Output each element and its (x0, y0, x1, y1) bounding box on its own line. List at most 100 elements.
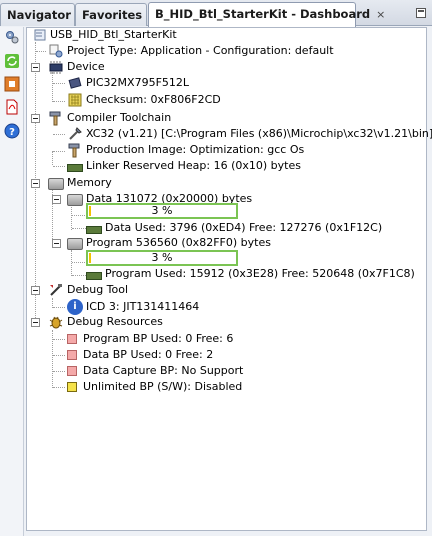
ram-icon (86, 226, 102, 234)
memory-label: Memory (67, 176, 112, 189)
debug-resources-toggle[interactable] (31, 318, 40, 327)
svg-text:?: ? (9, 127, 15, 138)
checksum-item[interactable]: Checksum: 0xF806F2CD (67, 92, 221, 108)
tree-line (72, 262, 85, 263)
compiler-label: Compiler Toolchain (67, 111, 172, 124)
root-label: USB_HID_Btl_StarterKit (50, 28, 177, 41)
production-image-item[interactable]: Production Image: Optimization: gcc Os (67, 142, 304, 158)
linker-heap-item[interactable]: Linker Reserved Heap: 16 (0x10) bytes (67, 158, 301, 174)
refresh-icon[interactable] (4, 53, 20, 69)
breakpoint-icon (67, 334, 77, 344)
data-breakpoint-icon (67, 350, 77, 360)
chip-icon (48, 59, 64, 75)
tree-line (52, 72, 53, 102)
data-usage-bar: 3 % (86, 203, 238, 219)
tree-line (53, 151, 65, 152)
program-used-item[interactable]: Program Used: 15912 (0x3E28) Free: 52064… (86, 266, 415, 282)
compiler-node[interactable]: Compiler Toolchain (48, 110, 171, 126)
tab-favorites-label: Favorites (82, 8, 143, 22)
data-capture-bp-label: Data Capture BP: No Support (83, 364, 244, 377)
compiler-tool-icon (67, 126, 83, 142)
project-type-label: Project Type: Application - Configuratio… (67, 44, 334, 57)
tree-line (53, 83, 65, 84)
microcontroller-icon (67, 75, 83, 91)
checksum-label: Checksum: 0xF806F2CD (86, 93, 221, 106)
project-type-item[interactable]: Project Type: Application - Configuratio… (48, 43, 334, 59)
tab-close-icon[interactable]: × (376, 8, 385, 21)
production-image-label: Production Image: Optimization: gcc Os (86, 143, 305, 156)
minimize-window-button[interactable] (416, 8, 426, 18)
tab-navigator[interactable]: Navigator (0, 3, 75, 26)
flash-icon (86, 272, 102, 280)
tree-line (36, 51, 46, 52)
checksum-icon (67, 92, 83, 108)
debug-tool-icon (48, 282, 64, 298)
tree-line (53, 134, 65, 135)
program-bp-item[interactable]: Program BP Used: 0 Free: 6 (67, 331, 233, 347)
tree-root[interactable]: USB_HID_Btl_StarterKit (31, 27, 177, 43)
pdf-icon[interactable] (4, 99, 20, 115)
scroll-gutter (427, 27, 432, 536)
tree-line (52, 151, 53, 165)
program-memory-label: Program 536560 (0x82FF0) bytes (86, 236, 271, 249)
program-used-label: Program Used: 15912 (0x3E28) Free: 52064… (105, 267, 415, 280)
xc32-label: XC32 (v1.21) [C:\Program Files (x86)\Mic… (86, 127, 432, 140)
program-usage-bar: 3 % (86, 250, 238, 266)
settings-icon[interactable] (4, 29, 20, 45)
memory-node[interactable]: Memory (48, 175, 112, 191)
bug-icon (48, 314, 64, 330)
tree-line (72, 215, 85, 216)
program-memory-node[interactable]: Program 536560 (0x82FF0) bytes (67, 235, 271, 251)
debug-tool-node[interactable]: Debug Tool (48, 282, 128, 298)
unlimited-bp-label: Unlimited BP (S/W): Disabled (83, 380, 243, 393)
tree-line (53, 355, 65, 356)
compiler-toggle[interactable] (31, 114, 40, 123)
tab-navigator-label: Navigator (7, 8, 71, 22)
data-used-label: Data Used: 3796 (0xED4) Free: 127276 (0x… (105, 221, 383, 234)
hammer-icon (48, 110, 64, 126)
debug-resources-label: Debug Resources (67, 315, 163, 328)
memory-toggle[interactable] (31, 179, 40, 188)
build-icon (67, 142, 83, 158)
tree-line (72, 275, 86, 276)
tab-bar: Navigator Favorites B_HID_Btl_StarterKit… (0, 0, 432, 27)
debug-tool-toggle[interactable] (31, 286, 40, 295)
tree-line (53, 371, 65, 372)
project-settings-icon (48, 43, 64, 59)
tree-line (53, 166, 65, 167)
help-icon[interactable]: ? (4, 123, 20, 139)
data-memory-toggle[interactable] (52, 195, 61, 204)
tree-line (53, 387, 65, 388)
data-usage-percent: 3 % (151, 204, 173, 217)
device-node[interactable]: Device (48, 59, 105, 75)
data-memory-icon (67, 194, 83, 206)
data-bp-label: Data BP Used: 0 Free: 2 (83, 348, 214, 361)
xc32-item[interactable]: XC32 (v1.21) [C:\Program Files (x86)\Mic… (67, 126, 432, 142)
memory-module-icon (67, 164, 83, 172)
tab-dashboard-label: B_HID_Btl_StarterKit - Dashboard (155, 7, 371, 21)
tab-favorites[interactable]: Favorites (75, 3, 147, 26)
tab-dashboard[interactable]: B_HID_Btl_StarterKit - Dashboard × (148, 2, 385, 27)
data-capture-icon (67, 366, 77, 376)
device-name-item[interactable]: PIC32MX795F512L (67, 75, 189, 91)
debug-tool-label: Debug Tool (67, 283, 129, 296)
debug-resources-node[interactable]: Debug Resources (48, 314, 163, 330)
unlimited-bp-item[interactable]: Unlimited BP (S/W): Disabled (67, 379, 242, 395)
tree-line (52, 185, 53, 243)
program-bp-label: Program BP Used: 0 Free: 6 (83, 332, 234, 345)
device-toggle[interactable] (31, 63, 40, 72)
device-name-label: PIC32MX795F512L (86, 76, 190, 89)
program-memory-toggle[interactable] (52, 239, 61, 248)
data-capture-bp-item[interactable]: Data Capture BP: No Support (67, 363, 243, 379)
tree-line (53, 101, 65, 102)
dashboard-toolbar: ? (0, 27, 24, 536)
tree-line (53, 339, 65, 340)
icd-label: ICD 3: JIT131411464 (86, 300, 200, 313)
stop-icon[interactable] (4, 76, 20, 92)
tree-line (53, 307, 65, 308)
program-memory-icon (67, 238, 83, 250)
icd-item[interactable]: i ICD 3: JIT131411464 (67, 299, 199, 315)
data-bp-item[interactable]: Data BP Used: 0 Free: 2 (67, 347, 213, 363)
data-used-item[interactable]: Data Used: 3796 (0xED4) Free: 127276 (0x… (86, 220, 382, 236)
memory-icon (48, 178, 64, 190)
